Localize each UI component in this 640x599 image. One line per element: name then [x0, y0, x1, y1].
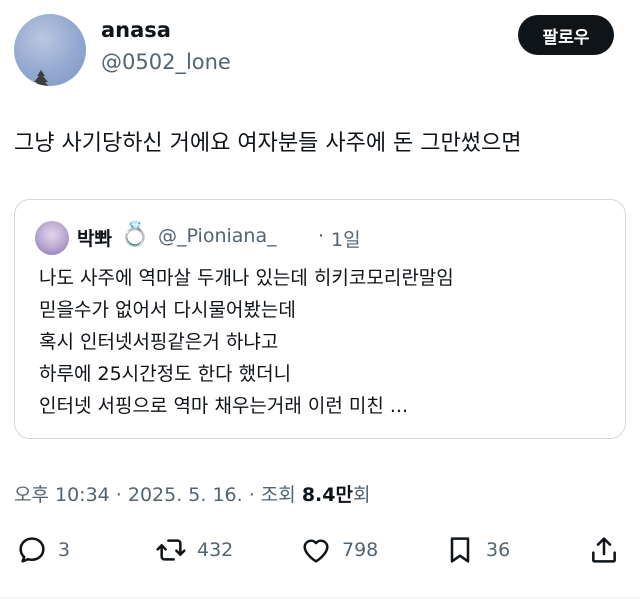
tweet-timestamp[interactable]: 오후 10:34 · 2025. 5. 16. · 조회	[14, 484, 302, 506]
author-handle[interactable]: @0502_lone	[101, 50, 231, 74]
tweet-meta: 오후 10:34 · 2025. 5. 16. · 조회 8.4만회	[14, 480, 370, 507]
tree-silhouette-icon	[33, 70, 49, 86]
bookmark-button[interactable]: 36	[444, 530, 510, 570]
like-count: 798	[342, 539, 379, 561]
quoted-text-line: 믿을수가 없어서 다시물어봤는데	[39, 299, 296, 321]
share-icon	[592, 537, 616, 563]
ring-emoji: 💍	[120, 220, 150, 248]
tweet-text: 그냥 사기당하신 거에요 여자분들 사주에 돈 그만썼으면	[14, 131, 522, 156]
author-name[interactable]: anasa	[101, 18, 171, 42]
bookmark-icon	[450, 537, 470, 563]
follow-button[interactable]: 팔로우	[518, 15, 614, 55]
like-button[interactable]: 798	[300, 530, 378, 570]
quoted-text-line: 혹시 인터넷서핑같은거 하냐고	[39, 331, 279, 353]
quoted-text-line: 인터넷 서핑으로 역마 채우는거래 이런 미친 ...	[39, 395, 408, 417]
views-suffix: 회	[352, 484, 371, 506]
retweet-button[interactable]: 432	[155, 530, 233, 570]
quoted-text-line: 하루에 25시간정도 한다 했더니	[39, 363, 292, 385]
reply-count: 3	[58, 539, 71, 561]
bookmark-count: 36	[486, 539, 511, 561]
heart-icon	[303, 539, 329, 563]
bottom-divider	[0, 597, 640, 598]
tweet-actions: 3 432 798 36	[0, 530, 640, 570]
quoted-author-avatar[interactable]	[35, 221, 69, 255]
views-count: 8.4만	[301, 484, 353, 506]
reply-icon	[19, 537, 45, 563]
author-avatar[interactable]	[14, 14, 86, 86]
share-button[interactable]	[588, 530, 620, 570]
quoted-tweet-card[interactable]: 박뽜 💍 @_Pioniana_ · 1일 나도 사주에 역마살 두개나 있는데…	[14, 199, 626, 439]
retweet-count: 432	[197, 539, 234, 561]
quoted-text-line: 나도 사주에 역마살 두개나 있는데 히키코모리란말임	[39, 267, 454, 289]
quoted-author-handle[interactable]: @_Pioniana_	[158, 225, 277, 247]
separator-dot: ·	[318, 225, 325, 247]
retweet-icon	[156, 539, 186, 561]
quoted-tweet-time[interactable]: 1일	[331, 225, 361, 252]
quoted-author-name[interactable]: 박뽜	[77, 224, 112, 251]
quoted-tweet-text: 나도 사주에 역마살 두개나 있는데 히키코모리란말임 믿을수가 없어서 다시물…	[39, 262, 454, 422]
reply-button[interactable]: 3	[16, 530, 70, 570]
